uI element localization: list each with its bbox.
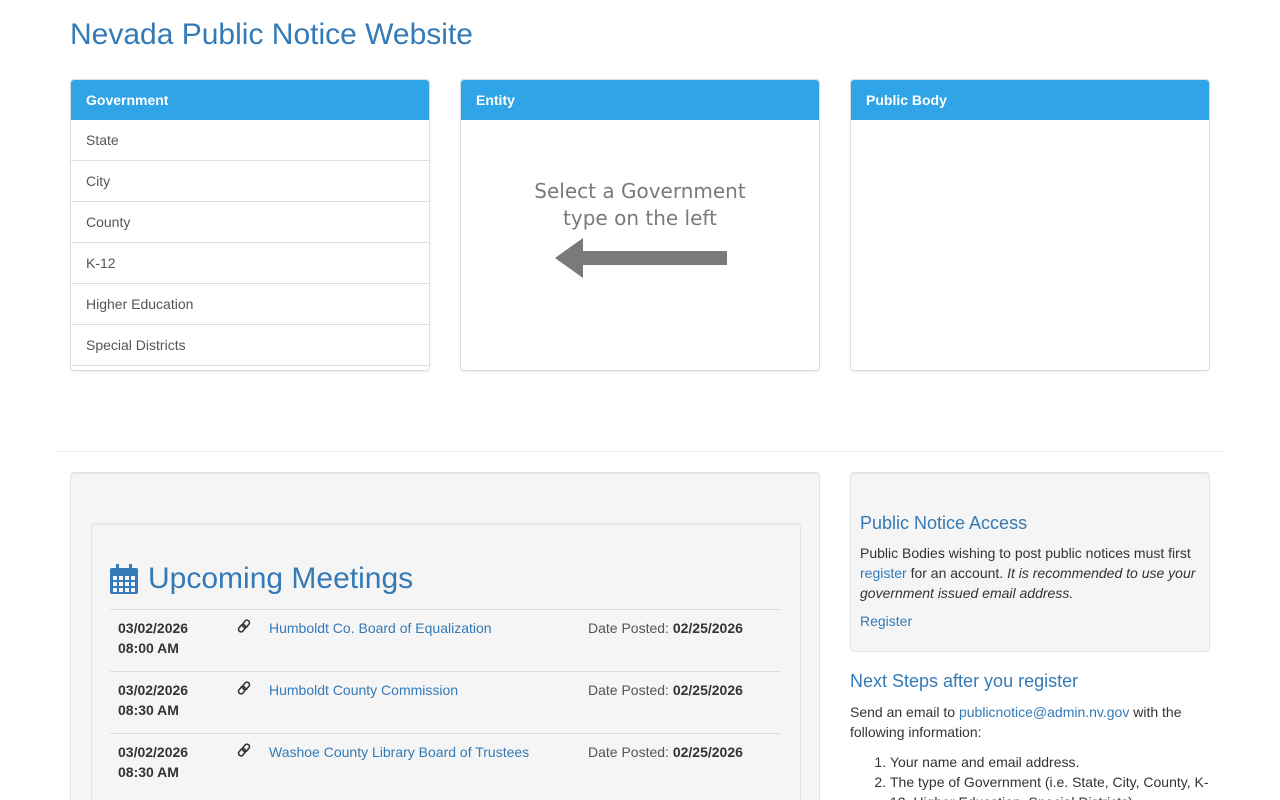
email-link[interactable]: publicnotice@admin.nv.gov (959, 704, 1129, 720)
government-panel-heading: Government (71, 80, 429, 120)
calendar-icon (110, 564, 138, 594)
meeting-link[interactable]: Humboldt County Commission (269, 682, 458, 698)
posted-date: 02/25/2026 (672, 620, 743, 636)
register-button[interactable]: Register (860, 613, 912, 629)
meeting-link[interactable]: Humboldt Co. Board of Equalization (269, 620, 492, 636)
government-item-higher-education[interactable]: Higher Education (71, 284, 429, 325)
meeting-time: 08:30 AM (118, 764, 179, 780)
public-notice-access-box: Public Notice Access Public Bodies wishi… (850, 472, 1210, 652)
access-title: Public Notice Access (860, 513, 1028, 533)
link-icon[interactable] (237, 681, 251, 695)
next-steps-text-before: Send an email to (850, 704, 959, 720)
meeting-date: 03/02/2026 (118, 620, 189, 636)
link-icon[interactable] (237, 619, 251, 633)
list-item: The type of Government (i.e. State, City… (890, 772, 1215, 800)
posted-date: 02/25/2026 (672, 744, 743, 760)
hint-line-1: Select a Government (534, 179, 746, 203)
next-steps-list: Your name and email address. The type of… (890, 752, 1215, 800)
government-item-k12[interactable]: K-12 (71, 243, 429, 284)
posted-label: Date Posted: (588, 682, 669, 698)
table-row: 03/02/2026 08:00 AM Humboldt Co. Board of… (110, 609, 781, 672)
public-body-panel: Public Body (850, 79, 1210, 371)
meeting-link[interactable]: Washoe County Library Board of Trustees (269, 744, 529, 760)
access-description: Public Bodies wishing to post public not… (860, 543, 1205, 603)
government-item-city[interactable]: City (71, 161, 429, 202)
next-steps-title: Next Steps after you register (850, 671, 1079, 691)
link-icon[interactable] (237, 743, 251, 757)
meeting-date: 03/02/2026 (118, 682, 189, 698)
entity-panel-heading: Entity (461, 80, 819, 120)
government-item-state[interactable]: State (71, 120, 429, 161)
posted-label: Date Posted: (588, 744, 669, 760)
meetings-well: Upcoming Meetings 03/02/2026 08:00 AM Hum… (91, 523, 801, 800)
hint-line-2: type on the left (563, 206, 717, 230)
government-panel: Government State City County K-12 Higher… (70, 79, 430, 371)
meetings-container: Upcoming Meetings 03/02/2026 08:00 AM Hum… (70, 472, 820, 800)
government-item-county[interactable]: County (71, 202, 429, 243)
meeting-time: 08:00 AM (118, 640, 179, 656)
meetings-table: 03/02/2026 08:00 AM Humboldt Co. Board of… (110, 609, 781, 796)
select-government-hint: Select a Government type on the left (461, 120, 819, 370)
public-body-panel-heading: Public Body (851, 80, 1209, 120)
arrow-left-icon (555, 238, 727, 278)
meeting-time: 08:30 AM (118, 702, 179, 718)
access-text: Public Bodies wishing to post public not… (860, 545, 1191, 561)
government-list: State City County K-12 Higher Education … (71, 120, 429, 366)
posted-label: Date Posted: (588, 620, 669, 636)
government-item-special-districts[interactable]: Special Districts (71, 325, 429, 366)
meeting-date: 03/02/2026 (118, 744, 189, 760)
list-item: Your name and email address. (890, 752, 1215, 772)
posted-date: 02/25/2026 (672, 682, 743, 698)
table-row: 03/02/2026 08:30 AM Humboldt County Commi… (110, 671, 781, 734)
table-row: 03/02/2026 08:30 AM Washoe County Library… (110, 733, 781, 796)
next-steps-text: Send an email to publicnotice@admin.nv.g… (850, 702, 1210, 742)
entity-panel: Entity Select a Government type on the l… (460, 79, 820, 371)
meetings-heading: Upcoming Meetings (110, 562, 413, 596)
access-text-after: for an account. (906, 565, 1008, 581)
register-link[interactable]: register (860, 565, 907, 581)
section-divider (55, 451, 1225, 452)
meetings-title: Upcoming Meetings (148, 562, 414, 595)
site-title: Nevada Public Notice Website (70, 18, 473, 51)
